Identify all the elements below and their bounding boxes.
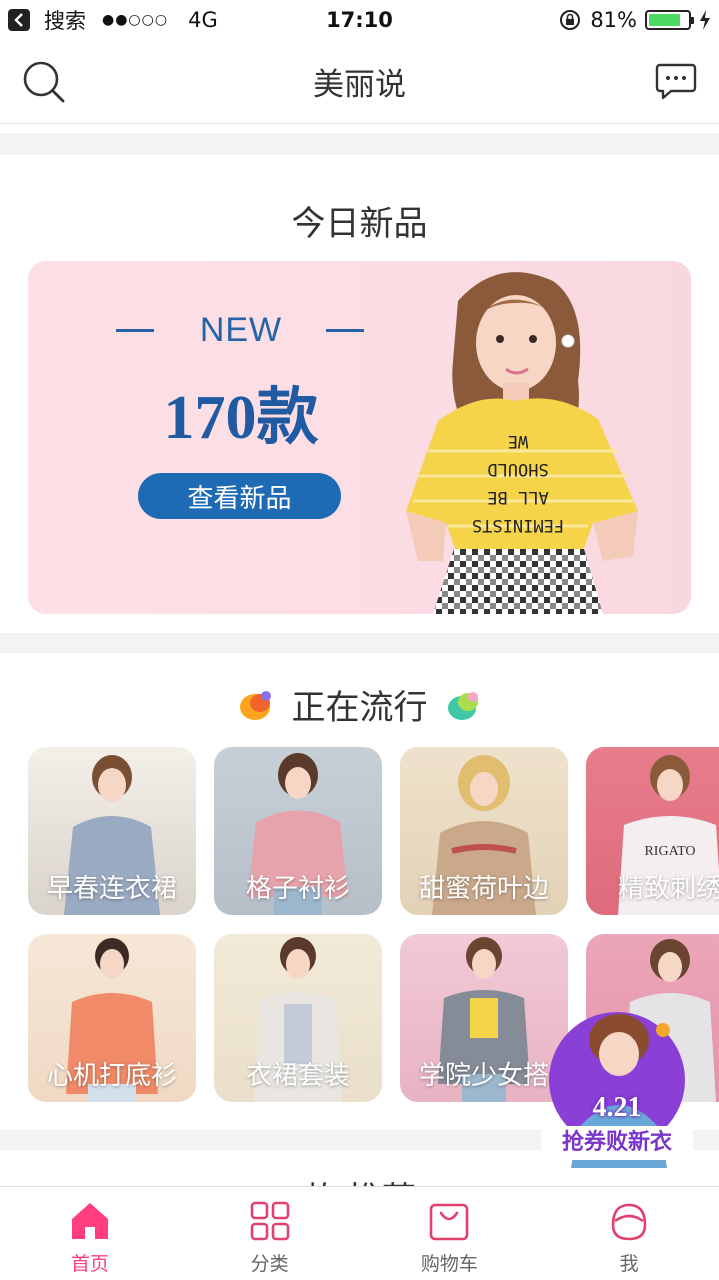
tab-home[interactable]: 首页	[0, 1187, 180, 1280]
battery-level-fill	[649, 14, 680, 26]
trend-tile-label: 心机打底衫	[46, 1061, 177, 1091]
charging-icon	[700, 10, 710, 30]
tab-label: 首页	[70, 1253, 109, 1275]
trend-tile-ruffle[interactable]: 甜蜜荷叶边	[400, 747, 568, 915]
svg-text:RIGATO: RIGATO	[644, 844, 695, 859]
svg-text:WE: WE	[508, 431, 528, 451]
floating-promo-badge[interactable]: 4.21 抢券败新衣	[527, 1010, 707, 1168]
trend-tile-plaid-shirt[interactable]: 格子衬衫	[214, 747, 382, 915]
grid-icon	[250, 1201, 289, 1241]
trend-tile-label: 甜蜜荷叶边	[418, 874, 549, 904]
page-title: 美丽说	[313, 67, 406, 103]
new-arrivals-title: 今日新品	[291, 204, 428, 244]
battery-icon	[645, 10, 694, 30]
svg-text:FEMINISTS: FEMINISTS	[472, 515, 564, 535]
blob-green-icon	[447, 691, 478, 720]
view-new-arrivals-button[interactable]: 查看新品	[138, 473, 341, 519]
message-icon[interactable]	[655, 62, 697, 102]
profile-icon	[611, 1203, 647, 1241]
blob-orange-icon	[239, 690, 271, 720]
promo-date: 4.21	[592, 1092, 642, 1123]
trend-tile-label: 格子衬衫	[245, 874, 350, 904]
search-icon[interactable]	[22, 60, 66, 104]
tab-cart[interactable]: 购物车	[360, 1187, 540, 1280]
tab-bar: 首页 分类 购物车 我	[0, 1186, 719, 1280]
trend-tile-skirt-set[interactable]: 衣裙套装	[214, 934, 382, 1102]
back-app-label[interactable]: 搜索	[44, 5, 86, 35]
trend-tile-spring-dress[interactable]: 早春连衣裙	[28, 747, 196, 915]
section-divider	[0, 633, 719, 653]
status-bar: 搜索 ●●○○○ 4G 17:10 81%	[0, 0, 719, 40]
signal-strength: ●●○○○	[102, 12, 169, 28]
trend-tile-label: 早春连衣裙	[46, 874, 177, 904]
battery-percent: 81%	[590, 8, 637, 32]
trend-tile-base-shirt[interactable]: 心机打底衫	[28, 934, 196, 1102]
section-divider	[0, 133, 719, 155]
tab-label: 分类	[250, 1253, 289, 1275]
trending-header: 正在流行	[0, 680, 719, 729]
svg-text:SHOULD: SHOULD	[487, 459, 548, 479]
trend-tile-embroidery[interactable]: RIGATO 精致刺绣	[586, 747, 719, 915]
home-icon	[71, 1203, 108, 1239]
network-type: 4G	[188, 8, 218, 32]
banner-count: 170款	[163, 384, 319, 452]
nav-bar: 美丽说	[0, 40, 719, 124]
banner-right-dash	[326, 329, 364, 332]
status-right: 81%	[558, 8, 711, 32]
svg-text:ALL BE: ALL BE	[487, 487, 548, 507]
trend-tile-label: 精致刺绣	[617, 874, 719, 904]
promo-text: 抢券败新衣	[541, 1126, 693, 1160]
tab-label: 我	[619, 1253, 639, 1275]
bag-icon	[430, 1203, 469, 1241]
trend-tile-label: 衣裙套装	[245, 1061, 350, 1091]
tab-label: 购物车	[420, 1253, 478, 1275]
back-to-app-icon[interactable]	[8, 9, 30, 31]
tab-category[interactable]: 分类	[180, 1187, 360, 1280]
banner-model-image: WE SHOULD ALL BE FEMINISTS	[406, 272, 638, 614]
status-left: 搜索 ●●○○○ 4G	[8, 5, 218, 35]
orientation-lock-icon	[560, 10, 581, 30]
new-arrivals-banner[interactable]: NEW 170款 查看新品 WE SHOULD ALL BE FEMINISTS	[28, 261, 691, 614]
tab-me[interactable]: 我	[539, 1187, 719, 1280]
trending-title: 正在流行	[291, 688, 428, 728]
